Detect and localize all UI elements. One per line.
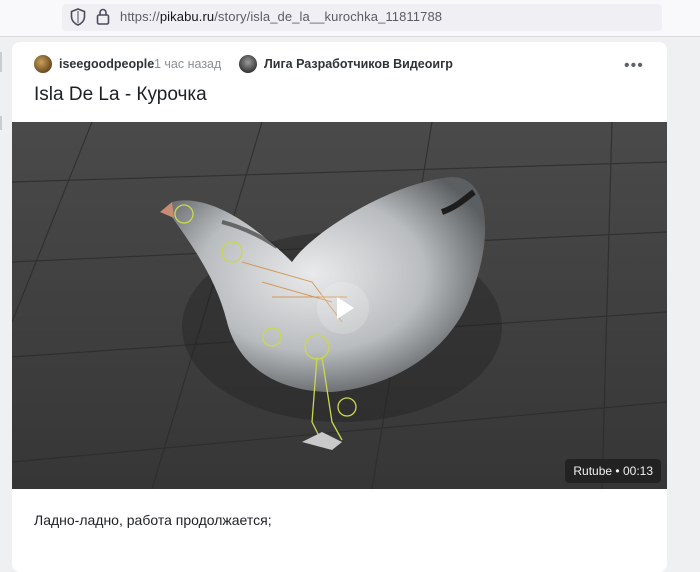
badge-separator: • bbox=[615, 464, 620, 478]
shield-icon[interactable] bbox=[70, 8, 86, 26]
video-provider: Rutube bbox=[573, 464, 613, 478]
community-link[interactable]: Лига Разработчиков Видеоигр bbox=[264, 57, 453, 71]
sidebar-edge-handle-2[interactable] bbox=[0, 116, 2, 130]
play-button[interactable] bbox=[317, 282, 369, 334]
url-text[interactable]: https://pikabu.ru/story/isla_de_la__kuro… bbox=[120, 9, 442, 24]
author-link[interactable]: iseegoodpeople bbox=[59, 57, 154, 71]
community-avatar[interactable] bbox=[239, 55, 257, 73]
url-path: /story/isla_de_la__kurochka_11811788 bbox=[214, 9, 443, 24]
sidebar-edge-handle[interactable] bbox=[0, 52, 2, 72]
story-meta: iseegoodpeople 1 час назад Лига Разработ… bbox=[34, 55, 674, 75]
lock-icon[interactable] bbox=[96, 8, 110, 25]
page-left-gutter bbox=[0, 37, 10, 554]
video-duration: 00:13 bbox=[622, 464, 653, 478]
story-text: Ладно-ладно, работа продолжается; bbox=[34, 512, 272, 528]
author-avatar[interactable] bbox=[34, 55, 52, 73]
video-player[interactable]: Rutube • 00:13 bbox=[12, 122, 667, 489]
post-time: 1 час назад bbox=[154, 57, 222, 71]
story-card: iseegoodpeople 1 час назад Лига Разработ… bbox=[12, 42, 667, 572]
more-icon[interactable]: ••• bbox=[624, 57, 644, 75]
video-badge: Rutube • 00:13 bbox=[565, 459, 661, 483]
play-icon bbox=[337, 297, 354, 319]
story-title[interactable]: Isla De La - Курочка bbox=[34, 84, 207, 106]
url-prefix: https:// bbox=[120, 9, 160, 24]
url-host: pikabu.ru bbox=[159, 9, 215, 24]
browser-toolbar: https://pikabu.ru/story/isla_de_la__kuro… bbox=[0, 0, 700, 37]
